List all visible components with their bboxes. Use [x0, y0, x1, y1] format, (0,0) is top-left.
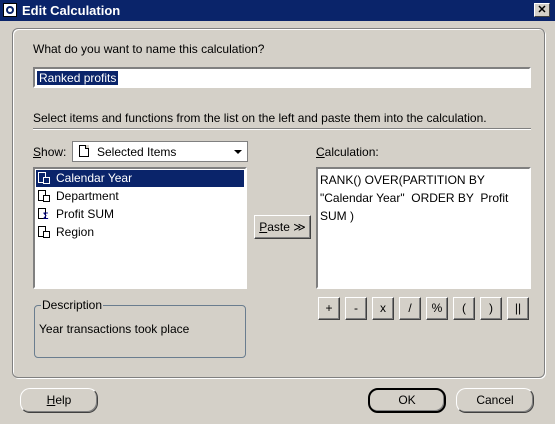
items-list[interactable]: Calendar Year Department Σ Profit SUM Re… — [33, 167, 247, 289]
folder-item-icon — [38, 190, 51, 203]
calculation-text: RANK() OVER(PARTITION BY "Calendar Year"… — [320, 173, 509, 223]
calculation-editor[interactable]: RANK() OVER(PARTITION BY "Calendar Year"… — [316, 167, 531, 289]
show-dropdown-value: Selected Items — [97, 145, 177, 159]
list-item-calendar-year[interactable]: Calendar Year — [36, 170, 244, 187]
name-prompt: What do you want to name this calculatio… — [33, 42, 265, 56]
help-button[interactable]: Help — [20, 388, 98, 413]
sum-item-icon: Σ — [38, 208, 51, 221]
show-dropdown[interactable]: Selected Items — [72, 141, 248, 162]
folder-item-icon — [38, 172, 51, 185]
calculation-label: Calculation: — [316, 145, 379, 159]
operator-divide-button[interactable]: / — [399, 297, 421, 320]
document-icon — [79, 145, 89, 157]
operator-minus-button[interactable]: - — [345, 297, 367, 320]
cancel-button[interactable]: Cancel — [456, 388, 534, 413]
description-text: Year transactions took place — [39, 322, 190, 336]
operator-plus-button[interactable]: + — [318, 297, 340, 320]
chevron-down-icon[interactable] — [234, 150, 242, 154]
paste-button[interactable]: Paste ≫ — [254, 215, 311, 239]
list-item-profit-sum[interactable]: Σ Profit SUM — [36, 206, 244, 223]
close-button[interactable]: ✕ — [534, 3, 550, 17]
description-group: Description Year transactions took place — [34, 298, 246, 358]
list-item-department[interactable]: Department — [36, 188, 244, 205]
list-item-region[interactable]: Region — [36, 224, 244, 241]
operator-percent-button[interactable]: % — [426, 297, 448, 320]
title-bar: Edit Calculation ✕ — [0, 0, 555, 21]
ok-button[interactable]: OK — [368, 388, 446, 413]
double-chevron-right-icon: ≫ — [293, 220, 306, 234]
name-input-value: Ranked profits — [37, 71, 119, 85]
operator-close-paren-button[interactable]: ) — [480, 297, 502, 320]
operator-open-paren-button[interactable]: ( — [453, 297, 475, 320]
operator-multiply-button[interactable]: x — [372, 297, 394, 320]
operator-concat-button[interactable]: || — [507, 297, 529, 320]
description-legend: Description — [41, 298, 104, 312]
divider — [33, 128, 531, 130]
app-icon — [3, 3, 17, 17]
name-input[interactable]: Ranked profits — [33, 67, 531, 88]
folder-item-icon — [38, 226, 51, 239]
show-label: Show: — [33, 145, 67, 159]
instructions-text: Select items and functions from the list… — [33, 111, 487, 125]
window-title: Edit Calculation — [22, 3, 121, 18]
